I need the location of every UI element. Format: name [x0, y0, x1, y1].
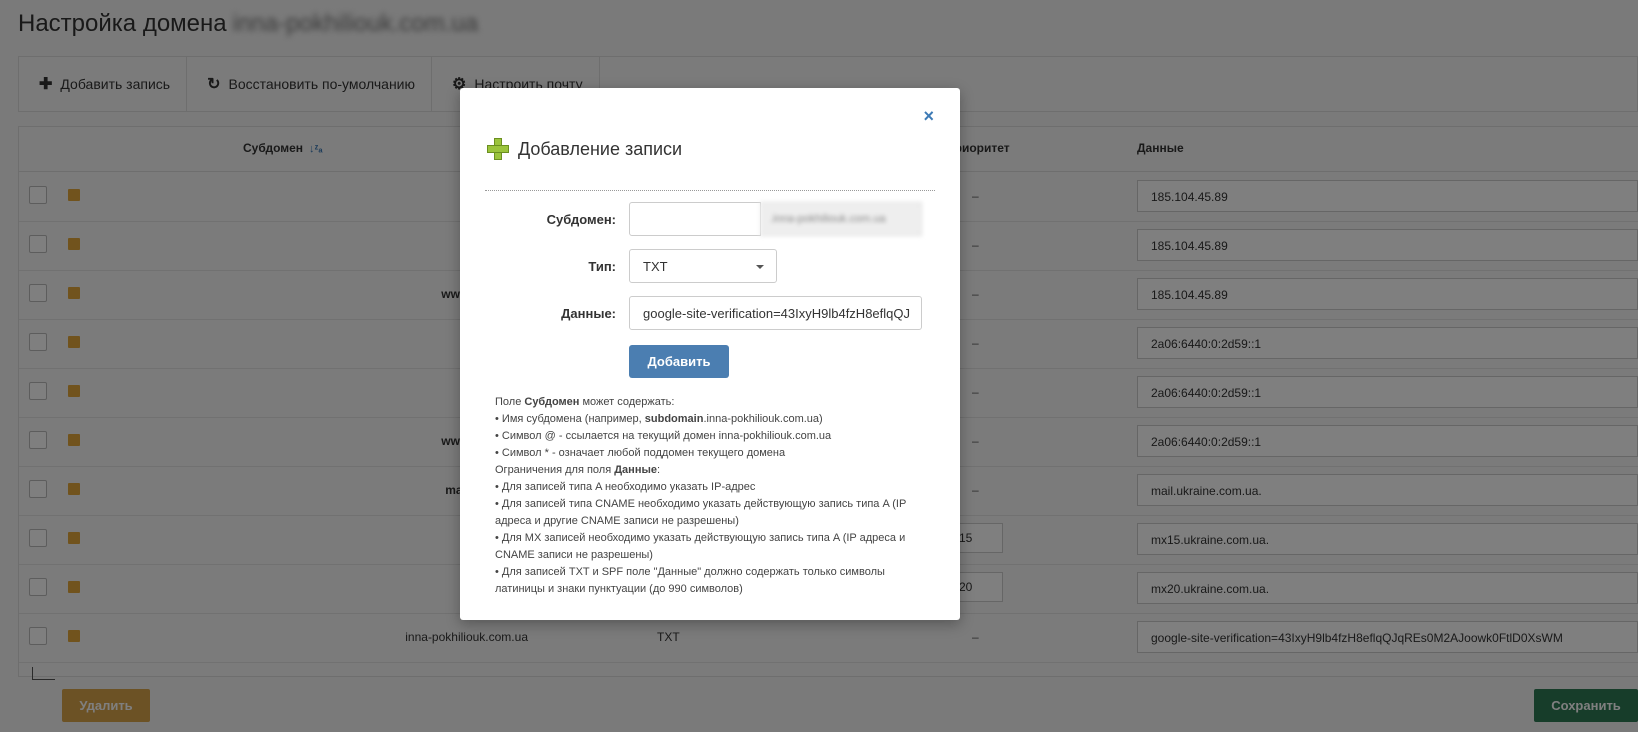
help-line: • Для записей типа A необходимо указать … [495, 481, 756, 493]
subdomain-suffix: .inna-pokhiliouk.com.ua [760, 202, 922, 236]
green-plus-icon [487, 138, 509, 160]
help-line: • Имя субдомена (например, subdomain.inn… [495, 413, 823, 425]
subdomain-label: Субдомен: [546, 212, 616, 227]
help-line: • Символ * - означает любой поддомен тек… [495, 447, 786, 459]
help-line: Ограничения для поля Данные: [495, 464, 661, 476]
add-record-modal: × Добавление записи Субдомен: .inna-pokh… [460, 88, 960, 620]
data-label: Данные: [561, 306, 616, 321]
subdomain-input[interactable] [629, 202, 761, 236]
data-input[interactable]: google-site-verification=43IxyH9lb4fzH8e… [629, 296, 922, 330]
help-line: Поле Субдомен может содержать: [495, 396, 675, 408]
type-label: Тип: [588, 259, 616, 274]
modal-title: Добавление записи [518, 139, 683, 159]
help-line: • Для MX записей необходимо указать дейс… [495, 532, 906, 561]
add-button[interactable]: Добавить [629, 345, 729, 378]
help-text: Поле Субдомен может содержать: • Имя суб… [495, 394, 925, 598]
help-line: • Для записей TXT и SPF поле "Данные" до… [495, 566, 885, 595]
help-line: • Символ @ - ссылается на текущий домен … [495, 430, 832, 442]
close-icon[interactable]: × [923, 106, 934, 127]
help-line: • Для записей типа CNAME необходимо указ… [495, 498, 907, 527]
type-select[interactable]: TXT [629, 249, 777, 283]
type-select-value: TXT [643, 259, 668, 274]
modal-divider [485, 190, 935, 191]
caret-down-icon [756, 265, 764, 269]
